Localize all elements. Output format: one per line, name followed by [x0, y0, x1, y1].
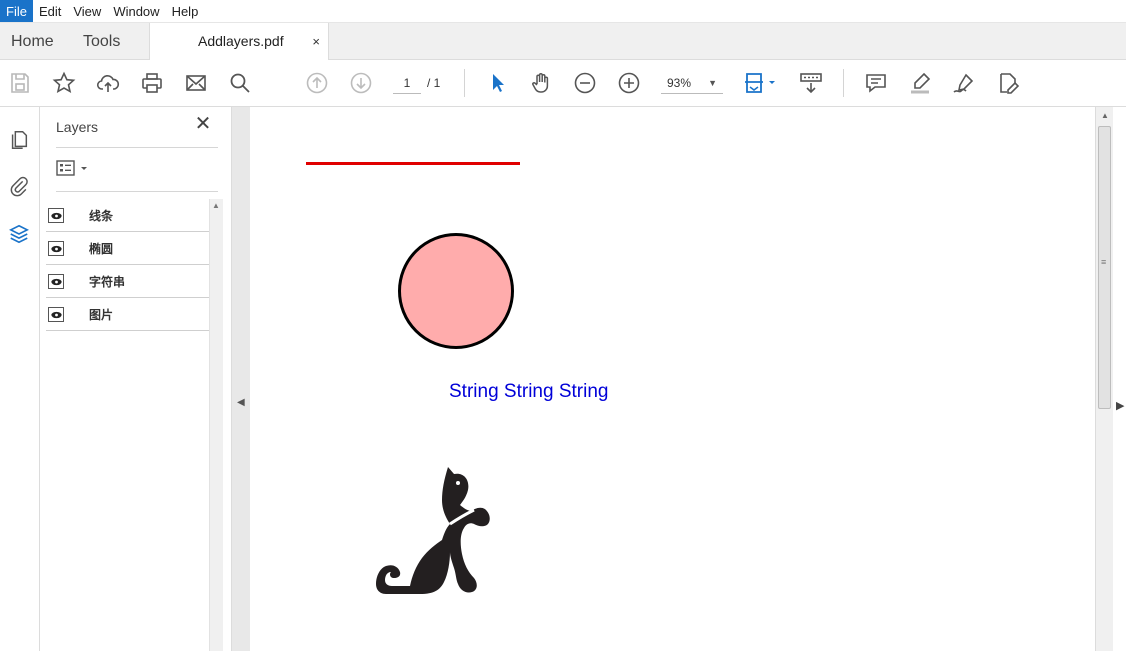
comment-icon[interactable]: [863, 70, 889, 96]
layers-panel: Layers ✕ 线条 椭圆 字符串 图片 ▲: [40, 107, 232, 651]
layer-item[interactable]: 线条: [46, 199, 209, 232]
navigation-rail: [0, 107, 40, 651]
main-toolbar: 1 / 1 93% ▼: [0, 60, 1126, 107]
menu-file[interactable]: File: [0, 0, 33, 22]
save-icon[interactable]: [7, 70, 33, 96]
attachments-icon[interactable]: [6, 173, 32, 199]
cloud-upload-icon[interactable]: [95, 70, 121, 96]
menu-edit[interactable]: Edit: [33, 0, 67, 22]
layer-item[interactable]: 图片: [46, 298, 209, 331]
layer-list: 线条 椭圆 字符串 图片: [46, 199, 209, 331]
layers-options-button[interactable]: [56, 159, 92, 179]
document-string-text: String String String: [449, 381, 609, 402]
chevron-down-icon: ▼: [708, 78, 717, 88]
tab-tools[interactable]: Tools: [83, 23, 120, 60]
scrollbar-thumb[interactable]: [1098, 126, 1111, 409]
document-page: String String String: [250, 107, 1095, 651]
print-icon[interactable]: [139, 70, 165, 96]
hand-tool-icon[interactable]: [528, 70, 554, 96]
menu-window[interactable]: Window: [107, 0, 165, 22]
highlight-icon[interactable]: [907, 70, 933, 96]
sign-icon[interactable]: [951, 70, 977, 96]
collapse-arrow-icon[interactable]: ◀: [237, 397, 245, 408]
previous-page-icon[interactable]: [304, 70, 330, 96]
divider: [56, 191, 218, 192]
scrollbar-grip: ≡: [1101, 257, 1107, 267]
layer-name: 图片: [89, 308, 114, 322]
tab-document[interactable]: Addlayers.pdf ×: [149, 23, 329, 61]
layer-item[interactable]: 字符串: [46, 265, 209, 298]
document-scrollbar[interactable]: ▲ ≡: [1095, 107, 1113, 651]
eye-icon[interactable]: [48, 307, 64, 322]
red-line: [306, 162, 520, 165]
bookmark-star-icon[interactable]: [51, 70, 77, 96]
layer-name: 椭圆: [89, 242, 114, 256]
scroll-up-icon[interactable]: ▲: [1101, 111, 1109, 120]
zoom-level-value: 93%: [667, 76, 692, 90]
fit-page-icon[interactable]: [743, 70, 779, 96]
close-panel-button[interactable]: ✕: [194, 114, 212, 134]
scrolling-mode-icon[interactable]: [798, 70, 824, 96]
layer-name: 线条: [89, 209, 114, 223]
page-total: / 1: [427, 76, 441, 90]
panel-collapse-strip[interactable]: ◀: [232, 107, 250, 651]
tab-home[interactable]: Home: [11, 23, 54, 60]
zoom-out-icon[interactable]: [572, 70, 598, 96]
cat-image: [370, 462, 525, 597]
eye-icon[interactable]: [48, 274, 64, 289]
toolbar-divider: [464, 69, 465, 97]
layer-name: 字符串: [89, 275, 126, 289]
scroll-up-icon[interactable]: ▲: [212, 201, 220, 210]
layers-panel-title: Layers: [56, 119, 99, 135]
pink-circle: [398, 233, 514, 349]
document-tab-name: Addlayers.pdf: [198, 33, 284, 49]
eye-icon[interactable]: [48, 208, 64, 223]
page-number-input[interactable]: 1: [393, 72, 421, 94]
email-icon[interactable]: [183, 70, 209, 96]
layers-icon[interactable]: [6, 221, 32, 247]
divider: [56, 147, 218, 148]
pages-icon[interactable]: [6, 127, 32, 153]
eye-icon[interactable]: [48, 241, 64, 256]
find-icon[interactable]: [227, 70, 253, 96]
close-tab-button[interactable]: ×: [312, 23, 320, 60]
tab-bar: Home Tools Addlayers.pdf ×: [0, 23, 1126, 61]
layers-scrollbar[interactable]: ▲: [209, 199, 223, 651]
menu-view[interactable]: View: [67, 0, 107, 22]
menu-bar: File Edit View Window Help: [0, 0, 1126, 23]
expand-arrow-icon[interactable]: ▶: [1116, 399, 1124, 412]
next-page-icon[interactable]: [348, 70, 374, 96]
right-panel-strip[interactable]: ▶: [1113, 107, 1126, 651]
zoom-in-icon[interactable]: [616, 70, 642, 96]
toolbar-divider: [843, 69, 844, 97]
select-cursor-icon[interactable]: [485, 70, 511, 96]
menu-help[interactable]: Help: [166, 0, 205, 22]
layer-item[interactable]: 椭圆: [46, 232, 209, 265]
edit-pdf-icon[interactable]: [995, 70, 1021, 96]
zoom-level-select[interactable]: 93% ▼: [661, 72, 723, 94]
